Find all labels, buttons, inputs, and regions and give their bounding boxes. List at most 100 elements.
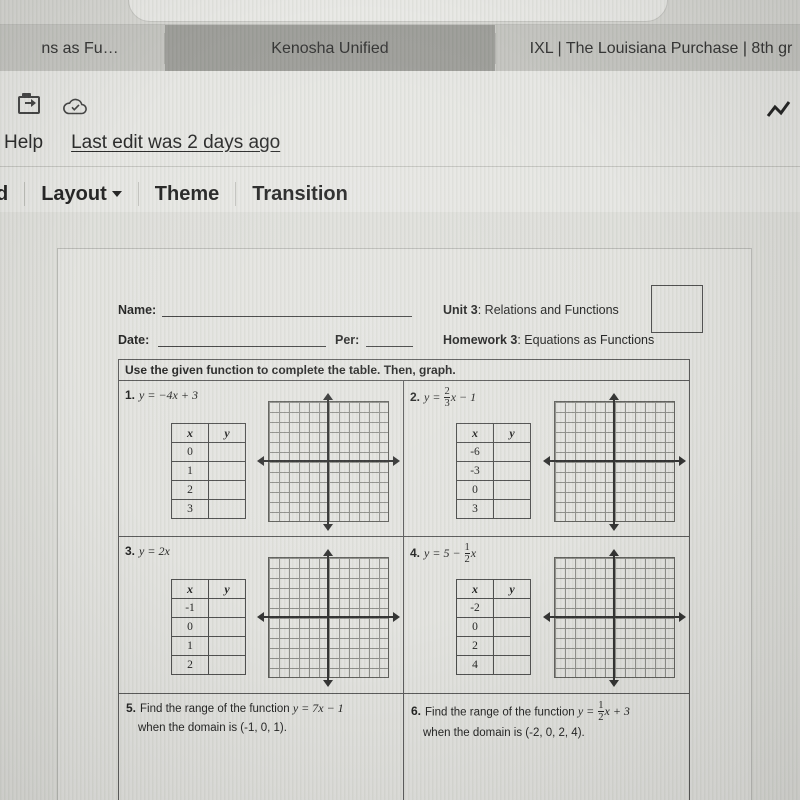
word-problems-row: 5. Find the range of the function y = 7x … (118, 694, 690, 800)
table-cell-y[interactable] (208, 598, 246, 618)
table-cell-x: 4 (456, 655, 494, 675)
toolbar-item-transition[interactable]: Transition (252, 183, 348, 206)
problem-3-number: 3. (125, 544, 136, 558)
table-row: 1 (171, 461, 246, 481)
table-cell-y[interactable] (208, 461, 246, 481)
per-blank-line[interactable] (366, 346, 413, 347)
table-cell-y[interactable] (208, 655, 246, 675)
axis-arrow-up-icon (609, 393, 619, 400)
table-header-y: y (208, 423, 246, 443)
table-header-row: x y (171, 423, 246, 443)
cloud-saved-icon[interactable] (62, 98, 88, 115)
table-cell-y[interactable] (493, 499, 531, 519)
table-header-row: x y (456, 423, 531, 443)
table-cell-y[interactable] (493, 655, 531, 675)
problem-2-number: 2. (410, 390, 421, 405)
problem-5-text: Find the range of the function (140, 703, 293, 715)
slide[interactable]: Name: Date: Per: Unit 3: Relations and F… (57, 248, 752, 800)
menu-item-help[interactable]: Help (0, 132, 49, 154)
axis-arrow-down-icon (323, 524, 333, 531)
table-cell-x: 2 (171, 480, 209, 500)
folder-arrow-glyph (25, 99, 36, 107)
address-bar[interactable]: docs.google.com (128, 0, 668, 22)
fraction-numerator: 1 (464, 542, 470, 553)
problem-3-table[interactable]: x y -1 0 1 2 (171, 579, 246, 675)
name-label: Name: (118, 303, 157, 317)
table-cell-y[interactable] (493, 442, 531, 462)
table-cell-x: 0 (171, 617, 209, 637)
homework-title-bold: Homework 3 (443, 333, 518, 347)
eq-lhs: y = −4 (139, 388, 173, 402)
toolbar-separator (137, 182, 139, 206)
table-cell-y[interactable] (208, 499, 246, 519)
table-header-row: x y (171, 579, 246, 599)
toolbar-item-theme[interactable]: Theme (155, 183, 219, 206)
browser-tab-0[interactable]: ns as Fu… (0, 25, 164, 72)
axis-arrow-left-icon (543, 456, 550, 466)
table-row: 4 (456, 655, 531, 675)
table-cell-y[interactable] (208, 617, 246, 637)
fraction: 23 (444, 386, 450, 409)
problem-3-cell: 3. y = 2x x y -1 0 1 2 (119, 537, 404, 693)
unit-title: Unit 3: Relations and Functions (443, 303, 619, 317)
table-cell-y[interactable] (493, 598, 531, 618)
table-cell-y[interactable] (493, 636, 531, 656)
problem-2-coordinate-plane[interactable] (543, 393, 686, 531)
x-axis (260, 616, 397, 618)
table-cell-x: 0 (171, 442, 209, 462)
table-cell-x: 1 (171, 636, 209, 656)
browser-tabstrip: ns as Fu… Kenosha Unified IXL | The Loui… (0, 24, 800, 72)
problem-5-number: 5. (126, 701, 137, 715)
table-cell-y[interactable] (208, 442, 246, 462)
move-to-folder-icon[interactable] (18, 93, 40, 114)
trending-line-icon[interactable] (766, 98, 796, 124)
table-row: 2 (456, 636, 531, 656)
problem-5-domain: when the domain is (-1, 0, 1). (138, 721, 287, 734)
table-cell-y[interactable] (493, 480, 531, 500)
eq-lhs: y = 2 (139, 544, 165, 558)
problem-5-equation: y = 7x − 1 (292, 701, 344, 715)
app-quick-icons (0, 88, 200, 128)
fraction-denominator: 2 (598, 711, 604, 724)
table-cell-y[interactable] (208, 480, 246, 500)
date-blank-line[interactable] (158, 346, 326, 347)
toolbar-item-background[interactable]: d (0, 183, 8, 206)
last-edit-status[interactable]: Last edit was 2 days ago (71, 132, 280, 154)
table-cell-y[interactable] (493, 461, 531, 481)
table-row: 0 (456, 617, 531, 637)
axis-arrow-up-icon (609, 549, 619, 556)
axis-arrow-left-icon (257, 612, 264, 622)
problem-2-table[interactable]: x y -6 -3 0 3 (456, 423, 531, 519)
table-cell-x: 3 (456, 499, 494, 519)
axis-arrow-right-icon (393, 612, 400, 622)
toolbar-item-layout[interactable]: Layout (41, 183, 122, 206)
browser-tab-2[interactable]: IXL | The Louisiana Purchase | 8th gr (496, 25, 800, 72)
problem-3-coordinate-plane[interactable] (257, 549, 400, 687)
unit-title-bold: Unit 3 (443, 303, 478, 317)
table-cell-y[interactable] (208, 636, 246, 656)
worksheet: Name: Date: Per: Unit 3: Relations and F… (118, 285, 703, 800)
eq-var: x (470, 546, 477, 561)
table-row: -6 (456, 442, 531, 462)
table-row: 2 (171, 655, 246, 675)
problem-1-coordinate-plane[interactable] (257, 393, 400, 531)
browser-tab-1[interactable]: Kenosha Unified (165, 25, 495, 72)
problem-6-equation: y = 12x + 3 (578, 700, 630, 723)
axis-arrow-down-icon (609, 524, 619, 531)
table-row: 0 (171, 617, 246, 637)
problem-6-text: Find the range of the function (425, 706, 578, 719)
eq-rhs: + 3 (177, 388, 198, 402)
problem-1-table[interactable]: x y 0 1 2 3 (171, 423, 246, 519)
eq-rhs: x + 3 (604, 704, 630, 719)
axis-arrow-up-icon (323, 393, 333, 400)
unit-title-rest: : Relations and Functions (477, 303, 619, 317)
problem-4-table[interactable]: x y -2 0 2 4 (456, 579, 531, 675)
table-cell-y[interactable] (493, 617, 531, 637)
name-blank-line[interactable] (162, 316, 412, 317)
score-box[interactable] (651, 285, 703, 333)
toolbar-separator (24, 182, 26, 206)
problem-4-coordinate-plane[interactable] (543, 549, 686, 687)
toolbar-item-layout-label: Layout (41, 182, 107, 205)
table-header-x: x (456, 423, 494, 443)
table-header-y: y (493, 423, 531, 443)
